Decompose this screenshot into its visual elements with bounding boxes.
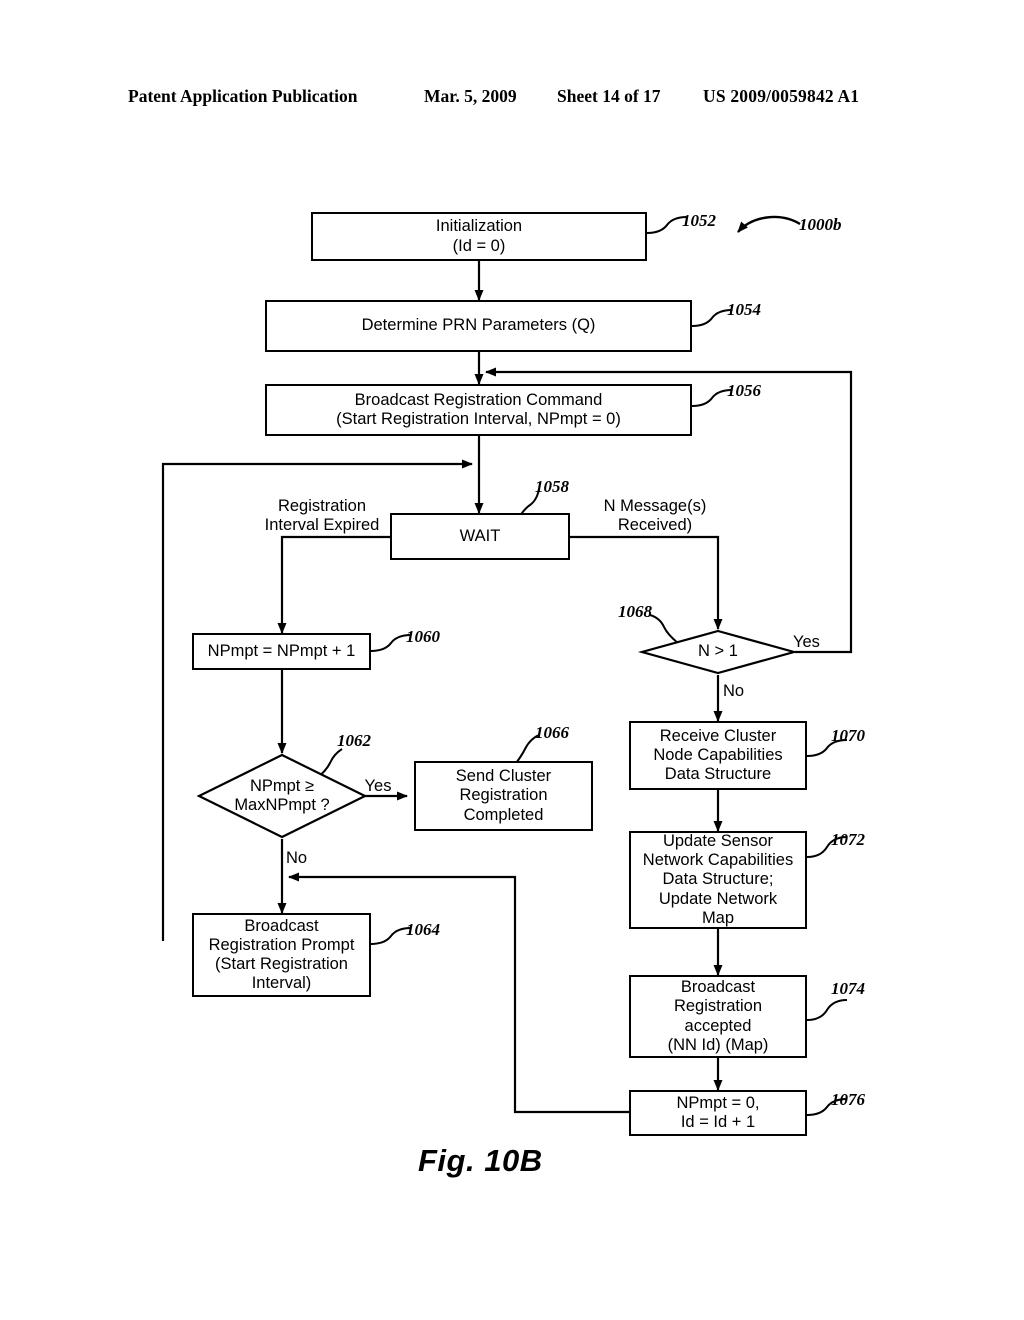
node-increment-npmpt: NPmpt = NPmpt + 1 <box>192 633 371 670</box>
node-broadcast-registration-accepted: Broadcast Registration accepted (NN Id) … <box>629 975 807 1058</box>
ref-1062: 1062 <box>337 731 371 750</box>
flowchart-connectors <box>161 215 853 1116</box>
diagram-ref-arrow <box>737 215 801 233</box>
label-maxnpmpt-yes: Yes <box>364 777 392 795</box>
node-broadcast-registration-command: Broadcast Registration Command (Start Re… <box>265 384 692 436</box>
ref-1076: 1076 <box>831 1090 865 1109</box>
label-maxnpmpt-no: No <box>286 849 308 867</box>
node-reset-npmpt-increment-id: NPmpt = 0, Id = Id + 1 <box>629 1090 807 1136</box>
node-broadcast-registration-prompt: Broadcast Registration Prompt (Start Reg… <box>192 913 371 997</box>
decision-n-greater-than-1-label: N > 1 <box>698 642 738 661</box>
label-registration-interval-expired: Registration Interval Expired <box>264 497 380 535</box>
ref-1000b: 1000b <box>799 215 842 234</box>
ref-1054: 1054 <box>727 300 761 319</box>
node-receive-cluster-node-capabilities: Receive Cluster Node Capabilities Data S… <box>629 721 807 790</box>
ref-1074: 1074 <box>831 979 865 998</box>
ref-1072: 1072 <box>831 830 865 849</box>
label-ngt1-no: No <box>723 682 745 700</box>
label-n-messages-received: N Message(s) Received) <box>603 497 707 535</box>
node-wait: WAIT <box>390 513 570 560</box>
ref-1056: 1056 <box>727 381 761 400</box>
decision-npmpt-ge-maxnpmpt: NPmpt ≥ MaxNPmpt ? <box>196 753 368 839</box>
node-initialization: Initialization (Id = 0) <box>311 212 647 261</box>
ref-1060: 1060 <box>406 627 440 646</box>
flowchart-figure: Initialization (Id = 0) 1052 1000b Deter… <box>0 0 1024 1320</box>
ref-1066: 1066 <box>535 723 569 742</box>
ref-1070: 1070 <box>831 726 865 745</box>
decision-n-greater-than-1: N > 1 <box>637 629 799 675</box>
ref-1052: 1052 <box>682 211 716 230</box>
ref-1064: 1064 <box>406 920 440 939</box>
figure-caption: Fig. 10B <box>418 1143 543 1178</box>
decision-npmpt-ge-maxnpmpt-label: NPmpt ≥ MaxNPmpt ? <box>234 776 330 814</box>
ref-1058: 1058 <box>535 477 569 496</box>
label-ngt1-yes: Yes <box>793 633 820 651</box>
ref-1068: 1068 <box>618 602 652 621</box>
node-determine-prn-parameters: Determine PRN Parameters (Q) <box>265 300 692 352</box>
node-send-cluster-registration-completed: Send Cluster Registration Completed <box>414 761 593 831</box>
node-update-sensor-network-capabilities: Update Sensor Network Capabilities Data … <box>629 831 807 929</box>
